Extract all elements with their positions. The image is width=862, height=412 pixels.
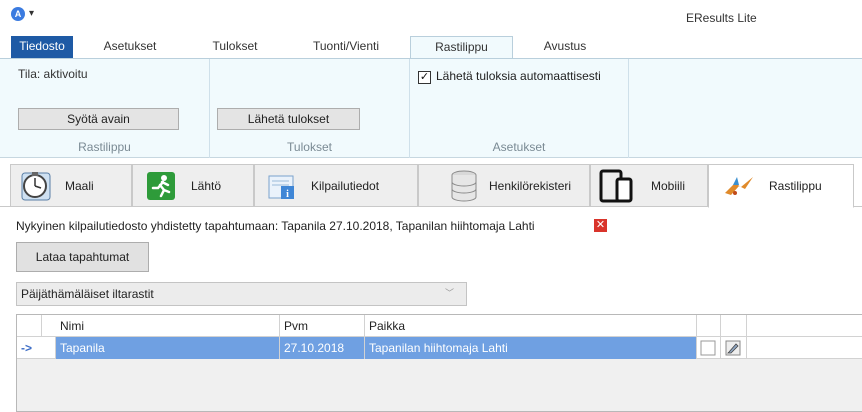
disconnect-close-icon[interactable]: ✕ (594, 219, 607, 232)
tab-lahto-label: Lähtö (191, 179, 222, 193)
cell-date[interactable]: 27.10.2018 (280, 337, 365, 359)
table-row[interactable]: -> Tapanila 27.10.2018 Tapanilan hiihtom… (17, 337, 862, 359)
column-header-nimi[interactable]: Nimi (56, 315, 280, 337)
group-label-asetukset: Asetukset (492, 140, 546, 154)
tab-maali[interactable]: Maali (10, 164, 132, 207)
ribbon-panel: Tila: aktivoitu Syötä avain Rastilippu L… (0, 58, 862, 158)
tab-henkilorekisteri-label: Henkilörekisteri (489, 179, 572, 193)
load-events-button[interactable]: Lataa tapahtumat (16, 242, 149, 272)
column-header-pvm[interactable]: Pvm (280, 315, 365, 337)
cell-name[interactable]: Tapanila (56, 337, 280, 359)
group-label-tulokset: Tulokset (287, 140, 332, 154)
tab-avustus[interactable]: Avustus (530, 36, 600, 58)
title-bar: A ▾ EResults Lite (0, 0, 862, 36)
cell-action-1[interactable] (697, 337, 721, 359)
tab-tuonti-vienti[interactable]: Tuonti/Vienti (296, 36, 396, 58)
column-header-action-1 (697, 315, 721, 337)
auto-send-checkbox[interactable]: ✓ (418, 71, 431, 84)
module-tab-bar: Maali Lähtö i Kilpailutiedot Henkilöreki… (0, 164, 862, 208)
edit-pencil-icon (725, 340, 741, 356)
tab-maali-label: Maali (65, 179, 94, 193)
column-header-action-2 (721, 315, 747, 337)
tab-mobiili-label: Mobiili (651, 179, 686, 193)
chevron-down-icon: ﹀ (444, 288, 454, 298)
ribbon-group-rastilippu: Tila: aktivoitu Syötä avain Rastilippu (0, 59, 210, 158)
blank-document-icon (700, 340, 716, 356)
row-header-corner (17, 315, 42, 337)
activation-status: Tila: aktivoitu (18, 67, 88, 81)
ribbon-tab-bar: Tiedosto Asetukset Tulokset Tuonti/Vient… (0, 36, 862, 59)
tab-mobiili[interactable]: Mobiili (590, 164, 708, 207)
runner-icon (147, 172, 175, 200)
send-results-button[interactable]: Lähetä tulokset (217, 108, 360, 130)
mobile-devices-icon (599, 169, 633, 203)
row-indicator: -> (17, 337, 56, 359)
auto-send-label[interactable]: Lähetä tuloksia automaattisesti (436, 69, 601, 83)
info-document-icon: i (268, 175, 294, 200)
tab-lahto[interactable]: Lähtö (132, 164, 254, 207)
bird-icon (725, 177, 753, 195)
tab-kilpailutiedot[interactable]: i Kilpailutiedot (254, 164, 418, 207)
stopwatch-icon (21, 172, 51, 201)
app-icon: A (11, 7, 25, 21)
series-select[interactable]: Päijäthämäläiset iltarastit ﹀ (16, 282, 467, 306)
grid-header: Nimi Pvm Paikka (17, 315, 862, 337)
tab-tulokset[interactable]: Tulokset (200, 36, 270, 58)
group-label-rastilippu: Rastilippu (78, 140, 131, 154)
svg-text:i: i (286, 189, 289, 200)
database-icon (451, 170, 477, 202)
column-header-paikka[interactable]: Paikka (365, 315, 697, 337)
tab-henkilorekisteri[interactable]: Henkilörekisteri (418, 164, 590, 207)
tab-rastilippu-module-label: Rastilippu (769, 179, 822, 193)
tab-rastilippu-module[interactable]: Rastilippu (708, 164, 854, 208)
tab-tiedosto[interactable]: Tiedosto (11, 36, 73, 58)
enter-key-button[interactable]: Syötä avain (18, 108, 179, 130)
tab-rastilippu[interactable]: Rastilippu (410, 36, 513, 59)
cell-action-2[interactable] (721, 337, 747, 359)
connected-event-info: Nykyinen kilpailutiedosto yhdistetty tap… (16, 219, 535, 233)
cell-place[interactable]: Tapanilan hiihtomaja Lahti (365, 337, 697, 359)
tab-kilpailutiedot-label: Kilpailutiedot (311, 179, 380, 193)
quick-access-dropdown-icon[interactable]: ▾ (29, 8, 34, 19)
series-select-value: Päijäthämäläiset iltarastit (21, 287, 154, 301)
ribbon-group-tulokset: Lähetä tulokset Tulokset (210, 59, 410, 158)
tab-asetukset[interactable]: Asetukset (90, 36, 170, 58)
window-title: EResults Lite (686, 11, 757, 25)
ribbon-group-asetukset: ✓ Lähetä tuloksia automaattisesti Asetuk… (410, 59, 629, 158)
events-grid: Nimi Pvm Paikka -> Tapanila 27.10.2018 T… (16, 314, 862, 412)
